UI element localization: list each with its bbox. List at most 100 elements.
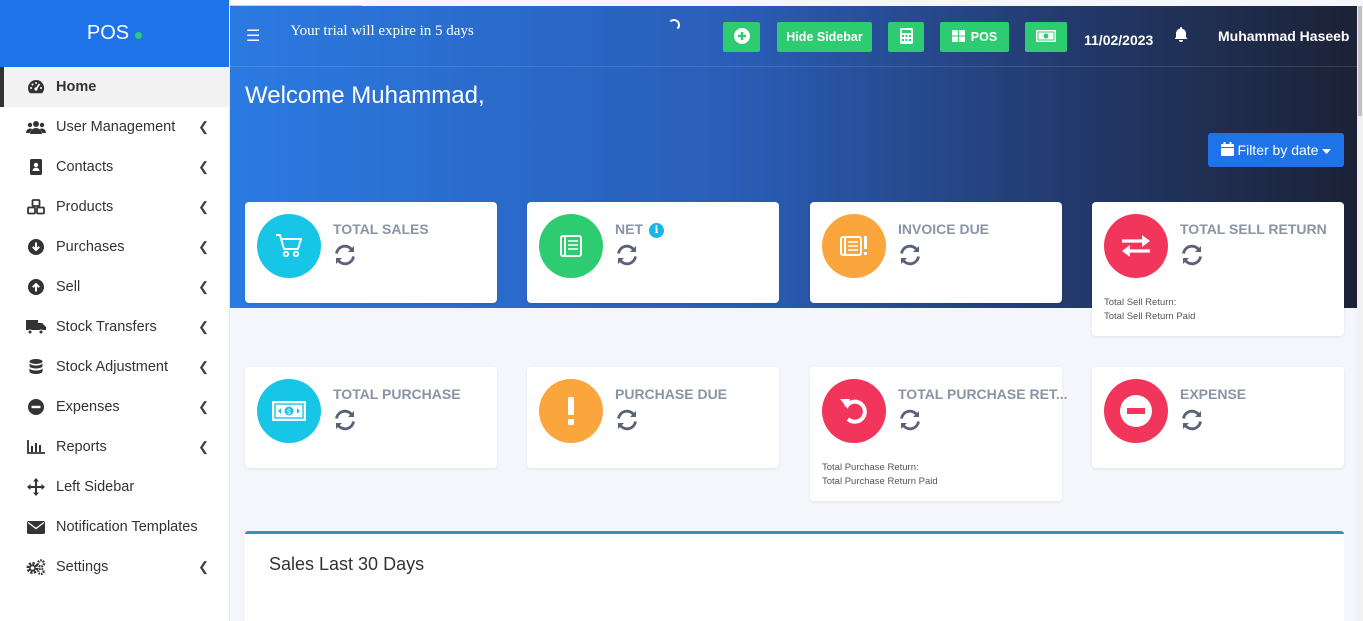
brand[interactable]: POS	[0, 0, 229, 67]
calculator-icon	[899, 27, 913, 47]
card-title: PURCHASE DUE	[615, 386, 728, 402]
exclamation-icon	[539, 379, 603, 443]
shopping-cart-icon	[257, 214, 321, 278]
book-icon	[539, 214, 603, 278]
net-title: NET	[615, 221, 643, 237]
purchase-due-card[interactable]: PURCHASE DUE	[527, 367, 779, 468]
total-purchase-card[interactable]: $ TOTAL PURCHASE	[245, 367, 497, 468]
menu-toggle-icon[interactable]: ☰	[246, 26, 260, 46]
dashboard-icon	[26, 79, 46, 95]
users-icon	[26, 120, 46, 134]
sidebar-item-label: Purchases	[56, 239, 125, 255]
arrow-circle-up-icon	[26, 279, 46, 295]
sidebar-item-label: Notification Templates	[56, 519, 198, 535]
undo-icon	[822, 379, 886, 443]
arrows-move-icon	[26, 478, 46, 496]
sidebar-item-label: Contacts	[56, 159, 114, 175]
sidebar-item-label: Stock Adjustment	[56, 359, 169, 375]
sidebar-item-contacts[interactable]: Contacts ❮	[0, 147, 229, 187]
envelope-icon	[26, 520, 46, 534]
chevron-left-icon: ❮	[198, 279, 209, 294]
card-title: TOTAL SELL RETURN	[1180, 221, 1327, 237]
filter-label: Filter by date	[1237, 142, 1319, 158]
sidebar-item-label: Stock Transfers	[56, 319, 157, 335]
calculator-button[interactable]	[888, 22, 924, 52]
sidebar-item-purchases[interactable]: Purchases ❮	[0, 227, 229, 267]
total-sell-return-card[interactable]: TOTAL SELL RETURN Total Sell Return: Tot…	[1092, 202, 1344, 336]
cash-register-button[interactable]	[1025, 22, 1067, 52]
sidebar-item-label: User Management	[56, 119, 176, 135]
svg-text:$: $	[287, 408, 291, 416]
sidebar-item-label: Reports	[56, 439, 107, 455]
arrow-circle-down-icon	[26, 239, 46, 255]
sidebar-item-stock-adjustment[interactable]: Stock Adjustment ❮	[0, 347, 229, 387]
card-title: TOTAL SALES	[333, 221, 429, 237]
exchange-icon	[1104, 214, 1168, 278]
sidebar-item-products[interactable]: Products ❮	[0, 187, 229, 227]
refresh-icon	[1180, 244, 1204, 271]
scrollbar-thumb[interactable]	[1358, 6, 1362, 116]
chevron-left-icon: ❮	[198, 159, 209, 174]
chevron-left-icon: ❮	[198, 399, 209, 414]
total-sales-card[interactable]: TOTAL SALES	[245, 202, 497, 303]
add-button[interactable]	[723, 22, 760, 52]
sidebar-item-label: Settings	[56, 559, 109, 575]
info-icon[interactable]: i	[649, 223, 664, 238]
sidebar-item-left-sidebar[interactable]: Left Sidebar	[0, 467, 229, 507]
loading-spinner-icon	[668, 19, 680, 31]
current-date: 11/02/2023	[1084, 32, 1154, 48]
hide-sidebar-button[interactable]: Hide Sidebar	[777, 22, 872, 52]
calendar-icon	[1220, 141, 1234, 159]
sidebar-item-expenses[interactable]: Expenses ❮	[0, 387, 229, 427]
sales-chart-box: Sales Last 30 Days	[245, 531, 1344, 621]
purchase-return-note: Total Purchase Return:	[822, 462, 919, 473]
sidebar-item-label: Products	[56, 199, 114, 215]
sell-return-note: Total Sell Return:	[1104, 297, 1177, 308]
top-header: ☰ Your trial will expire in 5 days Hide …	[230, 6, 1363, 67]
expense-card[interactable]: EXPENSE	[1092, 367, 1344, 468]
pos-label: POS	[970, 30, 998, 44]
sales-chart-title: Sales Last 30 Days	[269, 554, 425, 574]
cubes-icon	[26, 199, 46, 215]
card-title: TOTAL PURCHASE RET...	[898, 386, 1068, 402]
refresh-icon	[615, 409, 639, 436]
cogs-icon	[26, 559, 46, 575]
sidebar-item-home[interactable]: Home	[0, 67, 229, 107]
bell-icon[interactable]	[1174, 27, 1188, 47]
user-menu[interactable]: Muhammad Haseeb	[1218, 28, 1349, 44]
sidebar-item-sell[interactable]: Sell ❮	[0, 267, 229, 307]
purchase-return-paid-note: Total Purchase Return Paid	[822, 476, 938, 487]
refresh-icon	[1180, 409, 1204, 436]
card-title: INVOICE DUE	[898, 221, 990, 237]
chevron-left-icon: ❮	[198, 119, 209, 134]
sidebar-item-settings[interactable]: Settings ❮	[0, 547, 229, 587]
online-dot-icon	[135, 32, 143, 39]
caret-down-icon	[1322, 142, 1332, 158]
pos-button[interactable]: POS	[940, 22, 1009, 52]
sidebar-item-reports[interactable]: Reports ❮	[0, 427, 229, 467]
brand-name: POS	[86, 22, 130, 44]
chevron-left-icon: ❮	[198, 319, 209, 334]
chevron-left-icon: ❮	[198, 239, 209, 254]
page-scrollbar[interactable]	[1357, 6, 1363, 621]
plus-circle-icon	[733, 27, 750, 47]
chevron-left-icon: ❮	[198, 439, 209, 454]
filter-by-date-button[interactable]: Filter by date	[1208, 133, 1344, 167]
total-purchase-return-card[interactable]: TOTAL PURCHASE RET... Total Purchase Ret…	[810, 367, 1068, 501]
sidebar-item-user-management[interactable]: User Management ❮	[0, 107, 229, 147]
net-card[interactable]: NET i	[527, 202, 779, 303]
refresh-icon	[898, 409, 922, 436]
sidebar-item-label: Home	[56, 79, 97, 95]
sell-return-paid-note: Total Sell Return Paid	[1104, 311, 1196, 322]
sidebar: POS Home User Management ❮ Contacts ❮ Pr…	[0, 0, 230, 621]
money-bill-icon: $	[257, 379, 321, 443]
sidebar-item-label: Sell	[56, 279, 81, 295]
sidebar-item-stock-transfers[interactable]: Stock Transfers ❮	[0, 307, 229, 347]
truck-icon	[26, 320, 46, 334]
minus-circle-icon	[1104, 379, 1168, 443]
refresh-icon	[615, 244, 639, 271]
sidebar-item-notification-templates[interactable]: Notification Templates	[0, 507, 229, 547]
invoice-due-card[interactable]: INVOICE DUE	[810, 202, 1062, 303]
chevron-left-icon: ❮	[198, 559, 209, 574]
database-icon	[26, 359, 46, 375]
